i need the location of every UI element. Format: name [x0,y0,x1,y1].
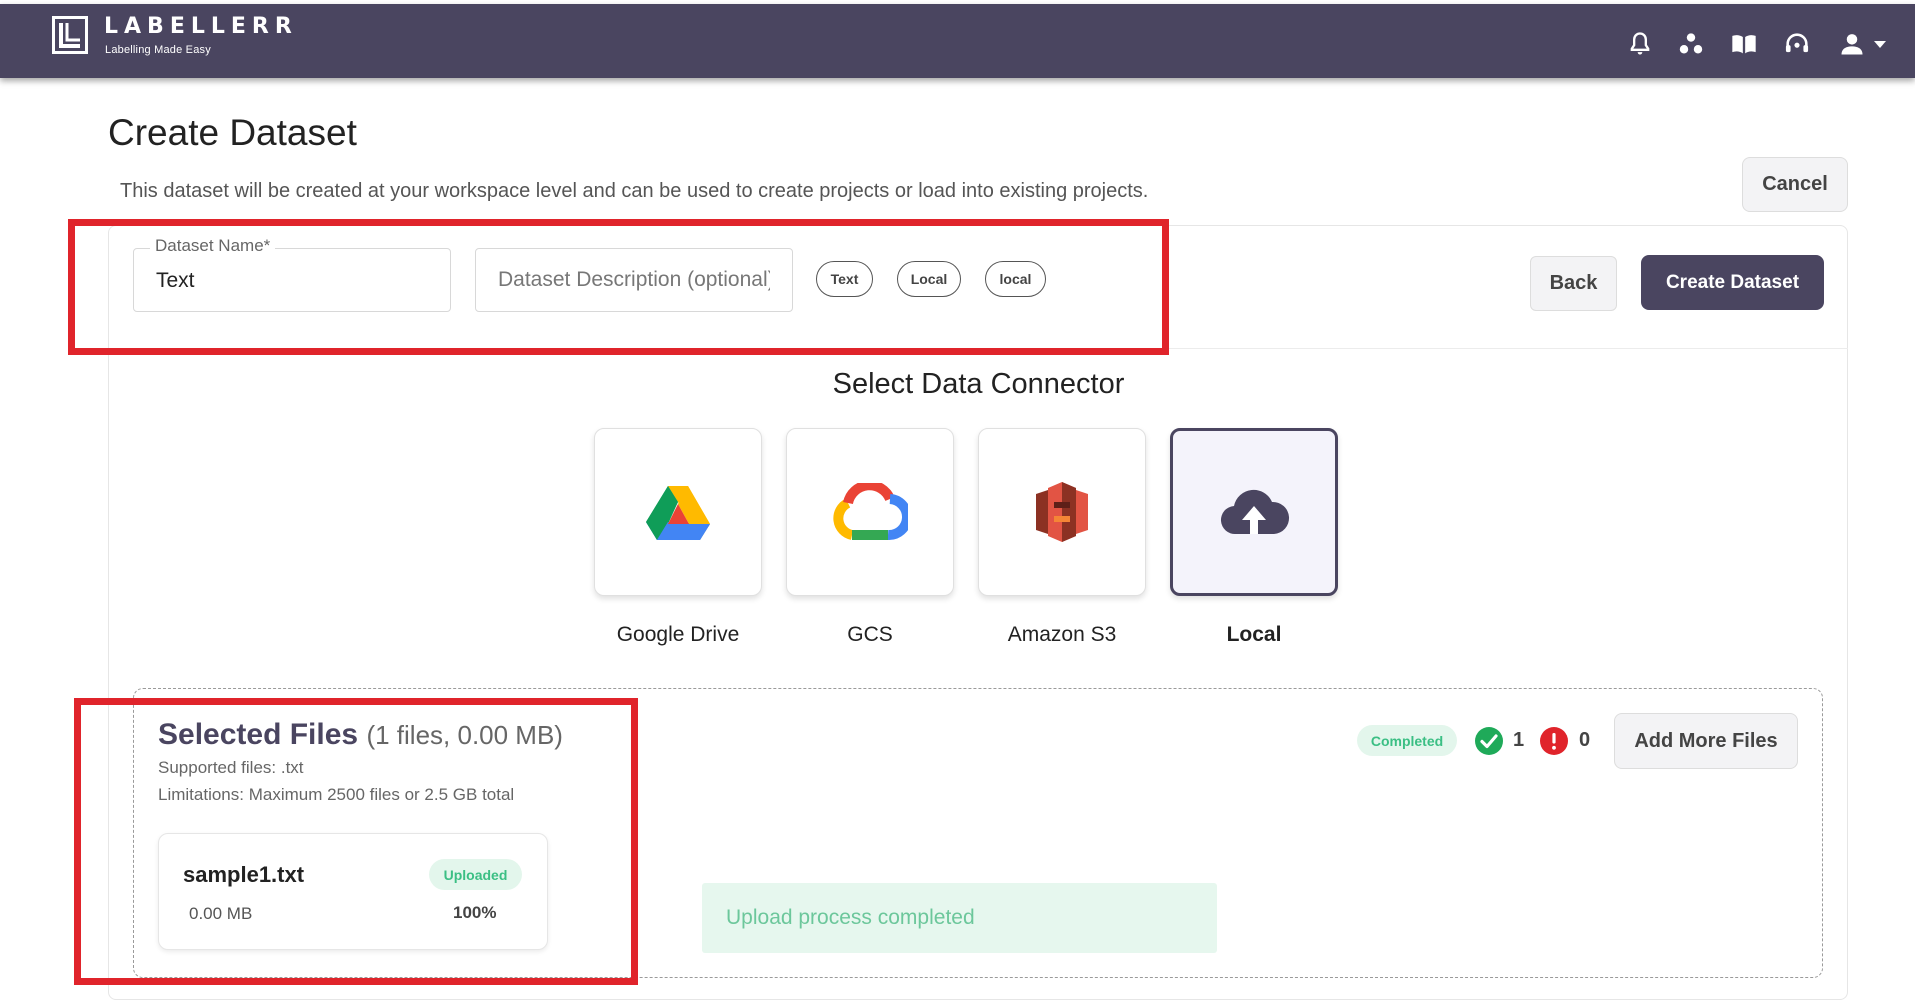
cloud-upload-icon [1220,489,1290,535]
top-navbar: LABELLERR Labelling Made Easy [0,4,1915,78]
connector-label: GCS [847,623,893,646]
selected-files-title: Selected Files (1 files, 0.00 MB) [158,718,563,752]
create-dataset-button[interactable]: Create Dataset [1641,255,1824,310]
users-icon[interactable] [1677,30,1705,58]
tag-chip[interactable]: Local [897,261,961,297]
headset-icon[interactable] [1783,30,1811,58]
connector-local[interactable] [1170,428,1338,596]
gcs-cloud-icon [833,483,908,540]
dataset-name-label: Dataset Name* [150,236,276,256]
cancel-button[interactable]: Cancel [1742,157,1848,212]
add-more-files-button[interactable]: Add More Files [1614,713,1798,769]
supported-files-text: Supported files: .txt [158,758,304,777]
divider [108,348,1848,349]
selected-files-count: (1 files, 0.00 MB) [366,720,563,750]
selected-files-label: Selected Files [158,718,359,751]
connector-label: Google Drive [616,623,740,646]
dataset-name-value[interactable]: Text [156,269,195,293]
tag-chip[interactable]: local [985,261,1046,297]
bell-icon[interactable] [1626,30,1654,58]
connector-google-drive[interactable] [594,428,762,596]
status-badge: Completed [1357,725,1457,756]
connector-label: Local [1226,623,1282,646]
uploaded-badge: Uploaded [429,859,522,890]
book-icon[interactable] [1730,30,1758,58]
brand-tagline: Labelling Made Easy [105,44,211,56]
upload-progress: 100% [453,903,497,922]
caret-down-icon[interactable] [1872,38,1888,50]
connector-section-title: Select Data Connector [832,368,1125,400]
dataset-description-input[interactable] [476,249,792,311]
brand-name: LABELLERR [104,14,298,39]
page-title: Create Dataset [108,112,357,153]
file-card[interactable]: sample1.txt 0.00 MB Uploaded 100% [158,833,548,950]
connector-label: Amazon S3 [1007,623,1117,646]
error-count: 0 [1579,729,1591,751]
user-icon[interactable] [1838,30,1866,58]
success-count: 1 [1513,729,1525,751]
tag-chip[interactable]: Text [816,261,873,297]
file-name: sample1.txt [183,862,305,887]
error-circle-icon [1540,727,1568,755]
page-subtitle: This dataset will be created at your wor… [120,180,1149,202]
upload-status-message: Upload process completed [702,883,1217,953]
google-drive-icon [646,486,710,540]
connector-amazon-s3[interactable] [978,428,1146,596]
amazon-s3-icon [1036,482,1088,542]
connector-gcs[interactable] [786,428,954,596]
file-size: 0.00 MB [189,904,253,923]
dataset-name-field[interactable]: Dataset Name* Text [133,236,451,312]
check-circle-icon [1475,727,1503,755]
back-button[interactable]: Back [1530,256,1617,311]
limitations-text: Limitations: Maximum 2500 files or 2.5 G… [158,785,515,804]
dataset-description-field[interactable] [475,248,793,312]
labellerr-logo-icon[interactable] [52,16,88,54]
